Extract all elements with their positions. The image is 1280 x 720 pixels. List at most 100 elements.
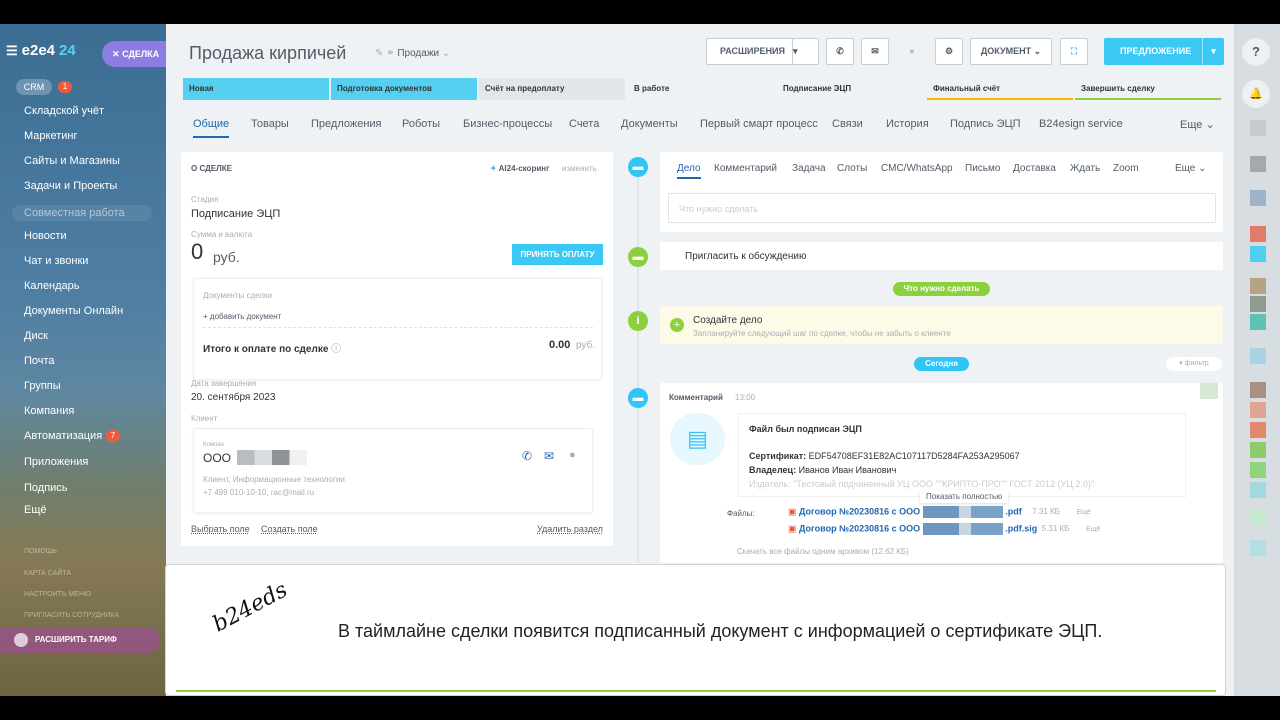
activity-tab-wait[interactable]: Ждать — [1070, 163, 1100, 174]
tab-business-processes[interactable]: Бизнес-процессы — [463, 118, 552, 130]
ai-scoring-link[interactable]: ✦ AI24-скоринг — [490, 164, 549, 173]
chevron-down-icon[interactable]: ▾ — [1202, 38, 1224, 65]
file-row[interactable]: ▣ Договор №20230816 с ООО .pdf 7.31 КБ Е… — [788, 506, 1138, 520]
phone-icon[interactable]: ✆ — [826, 38, 854, 65]
sidebar-item-chat[interactable]: Чат и звонки — [24, 255, 88, 267]
gear-icon[interactable]: ⚙ — [935, 38, 963, 65]
sidebar-item-mail[interactable]: Почта — [24, 355, 55, 367]
company-name[interactable]: ООО — [203, 451, 231, 465]
recent-item-swatch[interactable] — [1250, 246, 1266, 262]
pin-icon[interactable] — [1200, 383, 1218, 399]
activity-tab-more[interactable]: Еще ⌄ — [1175, 163, 1207, 174]
recent-item-swatch[interactable] — [1250, 348, 1266, 364]
recent-item-swatch[interactable] — [1250, 278, 1266, 294]
recent-item-swatch[interactable] — [1250, 510, 1266, 526]
stage-field-value[interactable]: Подписание ЭЦП — [191, 208, 280, 220]
document-button[interactable]: ДОКУМЕНТ ⌄ — [970, 38, 1052, 65]
phone-icon[interactable]: ✆ — [522, 449, 532, 463]
tab-general[interactable]: Общие — [193, 118, 230, 138]
sidebar-help[interactable]: ПОМОЩЬ — [24, 548, 57, 555]
activity-tab-todo[interactable]: Дело — [677, 163, 701, 179]
tab-robots[interactable]: Роботы — [402, 118, 440, 130]
scan-icon[interactable]: ⛶ — [1060, 38, 1088, 65]
mail-icon[interactable]: ✉ — [544, 449, 554, 463]
stage-new[interactable]: Новая — [183, 78, 329, 100]
tab-products[interactable]: Товары — [251, 118, 289, 130]
sidebar-item-marketing[interactable]: Маркетинг — [24, 130, 77, 142]
file-row[interactable]: ▣ Договор №20230816 с ООО .pdf.sig 5.31 … — [788, 523, 1138, 537]
add-document-link[interactable]: + добавить документ — [203, 312, 281, 321]
create-field-link[interactable]: Создать поле — [261, 524, 318, 534]
stage-signing[interactable]: Подписание ЭЦП — [777, 78, 923, 100]
menu-icon[interactable]: ☰ — [6, 43, 18, 58]
recent-item-swatch[interactable] — [1250, 190, 1266, 206]
tab-offers[interactable]: Предложения — [311, 118, 382, 130]
stage-final-invoice[interactable]: Финальный счёт — [927, 78, 1073, 100]
sidebar-item-docs-online[interactable]: Документы Онлайн — [24, 305, 123, 317]
recent-item-swatch[interactable] — [1250, 314, 1266, 330]
recent-item-swatch[interactable] — [1250, 296, 1266, 312]
sidebar-item-groups[interactable]: Группы — [24, 380, 61, 392]
file-name[interactable]: Договор №20230816 с ООО — [799, 506, 920, 516]
filter-button[interactable]: ▾ фильтр — [1166, 357, 1222, 371]
recent-item-swatch[interactable] — [1250, 120, 1266, 136]
sidebar-item-disk[interactable]: Диск — [24, 330, 48, 342]
tab-eds-sign[interactable]: Подпись ЭЦП — [950, 118, 1021, 130]
sidebar-item-warehouse[interactable]: Складской учёт — [24, 105, 104, 117]
close-icon[interactable]: ✕ — [112, 49, 120, 59]
activity-tab-slots[interactable]: Слоты — [837, 163, 867, 174]
file-more-menu[interactable]: Ещё — [1076, 509, 1090, 516]
stage-preparing-docs[interactable]: Подготовка документов — [331, 78, 477, 100]
recent-item-swatch[interactable] — [1250, 402, 1266, 418]
stage-finish-deal[interactable]: Завершить сделку — [1075, 78, 1221, 100]
page-title[interactable]: Продажа кирпичей — [189, 43, 346, 64]
logo[interactable]: ☰ e2e4 24 — [6, 42, 76, 59]
funnel-selector[interactable]: ✎ ⚭ Продажи ⌄ — [375, 48, 450, 59]
stage-prepayment[interactable]: Счёт на предоплату — [479, 78, 625, 100]
activity-tab-zoom[interactable]: Zoom — [1113, 163, 1139, 174]
activity-tab-comment[interactable]: Комментарий — [714, 163, 777, 174]
sidebar-sitemap[interactable]: КАРТА САЙТА — [24, 570, 71, 577]
file-more-menu[interactable]: Ещё — [1086, 526, 1100, 533]
sidebar-item-company[interactable]: Компания — [24, 405, 74, 417]
sidebar-item-more[interactable]: Ещё — [24, 504, 47, 516]
activity-input[interactable]: Что нужно сделать — [668, 193, 1216, 223]
activity-tab-sms[interactable]: СМС/WhatsApp — [881, 163, 953, 174]
recent-item-swatch[interactable] — [1250, 226, 1266, 242]
recent-item-swatch[interactable] — [1250, 540, 1266, 556]
activity-tab-letter[interactable]: Письмо — [965, 163, 1000, 174]
activity-tab-delivery[interactable]: Доставка — [1013, 163, 1056, 174]
tab-more[interactable]: Еще ⌄ — [1180, 118, 1215, 131]
recent-item-swatch[interactable] — [1250, 442, 1266, 458]
sidebar-item-apps[interactable]: Приложения — [24, 456, 88, 468]
sidebar-item-news[interactable]: Новости — [24, 230, 67, 242]
sidebar-item-automation[interactable]: Автоматизация — [24, 430, 102, 442]
chevron-down-icon[interactable]: ▾ — [792, 39, 818, 64]
deal-badge-button[interactable]: ✕ СДЕЛКА — [102, 41, 166, 67]
stage-in-progress[interactable]: В работе — [628, 78, 774, 100]
tab-invoices[interactable]: Счета — [569, 118, 599, 130]
invite-discussion-row[interactable]: Пригласить к обсуждению — [660, 242, 1223, 270]
delete-section-link[interactable]: Удалить раздел — [537, 524, 603, 534]
sidebar-group-collab[interactable]: Совместная работа — [12, 205, 152, 221]
bell-icon[interactable]: 🔔 — [1242, 80, 1270, 108]
sidebar-item-tasks[interactable]: Задачи и Проекты — [24, 180, 117, 192]
download-all-link[interactable]: Скачать все файлы одним архивом (12.62 К… — [737, 547, 909, 556]
edit-section-link[interactable]: изменить — [562, 164, 597, 173]
tab-documents[interactable]: Документы — [621, 118, 678, 130]
sidebar-invite[interactable]: ПРИГЛАСИТЬ СОТРУДНИКА — [24, 612, 119, 619]
help-icon[interactable]: ? — [1242, 38, 1270, 66]
activity-tab-task[interactable]: Задача — [792, 163, 826, 174]
sidebar-item-crm[interactable]: CRM — [16, 79, 52, 95]
sum-value[interactable]: 0 — [191, 239, 203, 265]
recent-item-swatch[interactable] — [1250, 422, 1266, 438]
create-activity-row[interactable]: + Создайте дело Запланируйте следующий ш… — [660, 306, 1223, 344]
tab-b24esign[interactable]: B24esign service — [1039, 118, 1123, 130]
sidebar-configure-menu[interactable]: НАСТРОИТЬ МЕНЮ — [24, 591, 91, 598]
sidebar-item-sign[interactable]: Подпись — [24, 482, 68, 494]
tab-links[interactable]: Связи — [832, 118, 863, 130]
file-name[interactable]: Договор №20230816 с ООО — [799, 523, 920, 533]
recent-item-swatch[interactable] — [1250, 462, 1266, 478]
tab-smart-process[interactable]: Первый смарт процесс — [700, 118, 818, 130]
accept-payment-button[interactable]: ПРИНЯТЬ ОПЛАТУ — [512, 244, 603, 265]
